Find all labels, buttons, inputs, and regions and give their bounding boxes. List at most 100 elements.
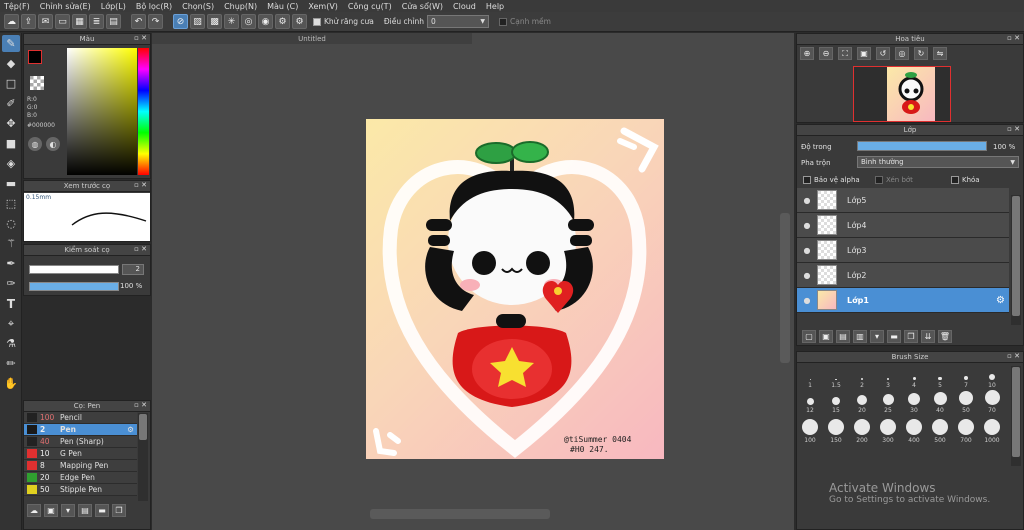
gear-icon[interactable]: ⚙ <box>292 14 307 29</box>
rotate-left-icon[interactable]: ↺ <box>876 47 890 60</box>
eye-icon[interactable]: ● <box>797 246 817 255</box>
grid-icon[interactable]: ▦ <box>72 14 87 29</box>
brush-size-option[interactable]: 70 <box>979 389 1005 414</box>
brush-tool-icon[interactable]: ✎ <box>2 35 20 52</box>
brush-size-option[interactable]: 1000 <box>979 414 1005 444</box>
saturation-value-picker[interactable] <box>67 48 137 175</box>
folder-icon[interactable]: ▬ <box>95 504 109 517</box>
layers-scrollbar[interactable] <box>1011 195 1021 325</box>
brush-list-item[interactable]: 2 Pen ⚙ <box>24 424 137 436</box>
brush-size-option[interactable]: 3 <box>875 364 901 389</box>
brush-size-option[interactable]: 30 <box>901 389 927 414</box>
panel-close-icon[interactable]: ▫ ✕ <box>134 181 147 189</box>
brush-size-option[interactable]: 5 <box>927 364 953 389</box>
brush-list-item[interactable]: 100 Pencil <box>24 412 137 424</box>
brush-size-option[interactable]: 150 <box>823 414 849 444</box>
eye-icon[interactable]: ● <box>797 196 817 205</box>
new-1bit-layer-icon[interactable]: ▥ <box>853 330 867 343</box>
radial-snap-icon[interactable]: ✳ <box>224 14 239 29</box>
brush-menu-icon[interactable]: ▾ <box>61 504 75 517</box>
brush-size-option[interactable]: 20 <box>849 389 875 414</box>
list-icon[interactable]: ≣ <box>89 14 104 29</box>
redo-icon[interactable]: ↷ <box>148 14 163 29</box>
cross-snap-icon[interactable]: ▩ <box>207 14 222 29</box>
select-pen-tool-icon[interactable]: ✒ <box>2 255 20 272</box>
brush-list-item[interactable]: 8 Mapping Pen <box>24 460 137 472</box>
layer-row[interactable]: ● Lớp4 <box>797 213 1009 238</box>
brush-size-option[interactable]: 4 <box>901 364 927 389</box>
menu-item[interactable]: Cloud <box>453 2 476 11</box>
foreground-color-swatch[interactable] <box>28 50 42 64</box>
lasso-tool-icon[interactable]: ◌ <box>2 215 20 232</box>
eyedropper-tool-icon[interactable]: ⚗ <box>2 335 20 352</box>
layer-opacity-slider[interactable] <box>857 141 987 151</box>
menu-item[interactable]: Chọn(S) <box>182 2 214 11</box>
curve-snap-icon[interactable]: ◉ <box>258 14 273 29</box>
zoom-out-icon[interactable]: ⊖ <box>819 47 833 60</box>
scrollbar-thumb[interactable] <box>139 414 147 440</box>
rotate-reset-icon[interactable]: ◎ <box>895 47 909 60</box>
brush-size-input[interactable]: 2 <box>122 264 144 275</box>
panel-close-icon[interactable]: ▫ ✕ <box>134 245 147 253</box>
brush-list-item[interactable]: 40 Pen (Sharp) <box>24 436 137 448</box>
new-layer-icon[interactable]: ▢ <box>802 330 816 343</box>
layer-row[interactable]: ● Lớp3 <box>797 238 1009 263</box>
cloud-brush-icon[interactable]: ☁ <box>27 504 41 517</box>
panel-close-icon[interactable]: ▫ ✕ <box>1007 34 1020 42</box>
brush-list-scrollbar[interactable] <box>138 413 148 501</box>
parallel-snap-icon[interactable]: ▧ <box>190 14 205 29</box>
fit-icon[interactable]: ⛶ <box>838 47 852 60</box>
brush-size-option[interactable]: 10 <box>979 364 1005 389</box>
layer-settings-icon[interactable]: ⚙ <box>996 295 1005 306</box>
navigator-thumbnail[interactable] <box>887 67 935 121</box>
hue-slider[interactable] <box>138 48 149 175</box>
protect-alpha-checkbox[interactable] <box>803 176 811 184</box>
panel-close-icon[interactable]: ▫ ✕ <box>1007 352 1020 360</box>
zoom-in-icon[interactable]: ⊕ <box>800 47 814 60</box>
new-folder-icon[interactable]: ▤ <box>78 504 92 517</box>
bucket-tool-icon[interactable]: ◈ <box>2 155 20 172</box>
select-eraser-tool-icon[interactable]: ✑ <box>2 275 20 292</box>
brush-size-option[interactable]: 200 <box>849 414 875 444</box>
panel-close-icon[interactable]: ▫ ✕ <box>134 34 147 42</box>
canvas-vertical-scrollbar[interactable] <box>780 213 790 363</box>
brush-opacity-slider[interactable] <box>29 282 119 291</box>
palette-icon[interactable]: ◍ <box>28 137 42 151</box>
brush-size-option[interactable]: 300 <box>875 414 901 444</box>
actual-size-icon[interactable]: ▣ <box>857 47 871 60</box>
pen-transform-tool-icon[interactable]: ✏ <box>2 355 20 372</box>
adjust-select[interactable]: 0 ▼ <box>427 15 489 28</box>
layer-menu-icon[interactable]: ▾ <box>870 330 884 343</box>
brush-list-item[interactable]: 20 Edge Pen <box>24 472 137 484</box>
brush-list-item[interactable]: 10 G Pen <box>24 448 137 460</box>
panel-close-icon[interactable]: ▫ ✕ <box>134 401 147 409</box>
menu-item[interactable]: Bộ lọc(R) <box>136 2 172 11</box>
hand-tool-icon[interactable]: ✋ <box>2 375 20 392</box>
scrollbar-thumb[interactable] <box>1012 367 1020 457</box>
antialias-checkbox[interactable] <box>313 17 321 26</box>
menu-item[interactable]: Chụp(N) <box>224 2 257 11</box>
brush-size-option[interactable]: 1.5 <box>823 364 849 389</box>
eye-icon[interactable]: ● <box>797 221 817 230</box>
menu-item[interactable]: Lớp(L) <box>101 2 126 11</box>
new-8bit-layer-icon[interactable]: ▤ <box>836 330 850 343</box>
add-brush-icon[interactable]: ▣ <box>44 504 58 517</box>
blend-mode-select[interactable]: Bình thường ▼ <box>857 156 1019 168</box>
brush-size-option[interactable]: 400 <box>901 414 927 444</box>
brush-size-option[interactable]: 100 <box>797 414 823 444</box>
document-tab[interactable]: Untitled <box>152 33 472 44</box>
lock-checkbox[interactable] <box>951 176 959 184</box>
text-tool-icon[interactable]: T <box>2 295 20 312</box>
blur-tool-icon[interactable]: ✐ <box>2 95 20 112</box>
brush-settings-icon[interactable]: ⚙ <box>127 425 134 434</box>
brush-size-slider[interactable] <box>29 265 119 274</box>
no-snap-icon[interactable]: ⊘ <box>173 14 188 29</box>
gradient-tool-icon[interactable]: ▬ <box>2 175 20 192</box>
layers-icon[interactable]: ▤ <box>106 14 121 29</box>
merge-down-icon[interactable]: ⇊ <box>921 330 935 343</box>
brush-size-option[interactable]: 700 <box>953 414 979 444</box>
cloud-icon[interactable]: ☁ <box>4 14 19 29</box>
menu-item[interactable]: Màu (C) <box>267 2 298 11</box>
undo-icon[interactable]: ↶ <box>131 14 146 29</box>
transparent-color-swatch[interactable] <box>30 76 44 90</box>
